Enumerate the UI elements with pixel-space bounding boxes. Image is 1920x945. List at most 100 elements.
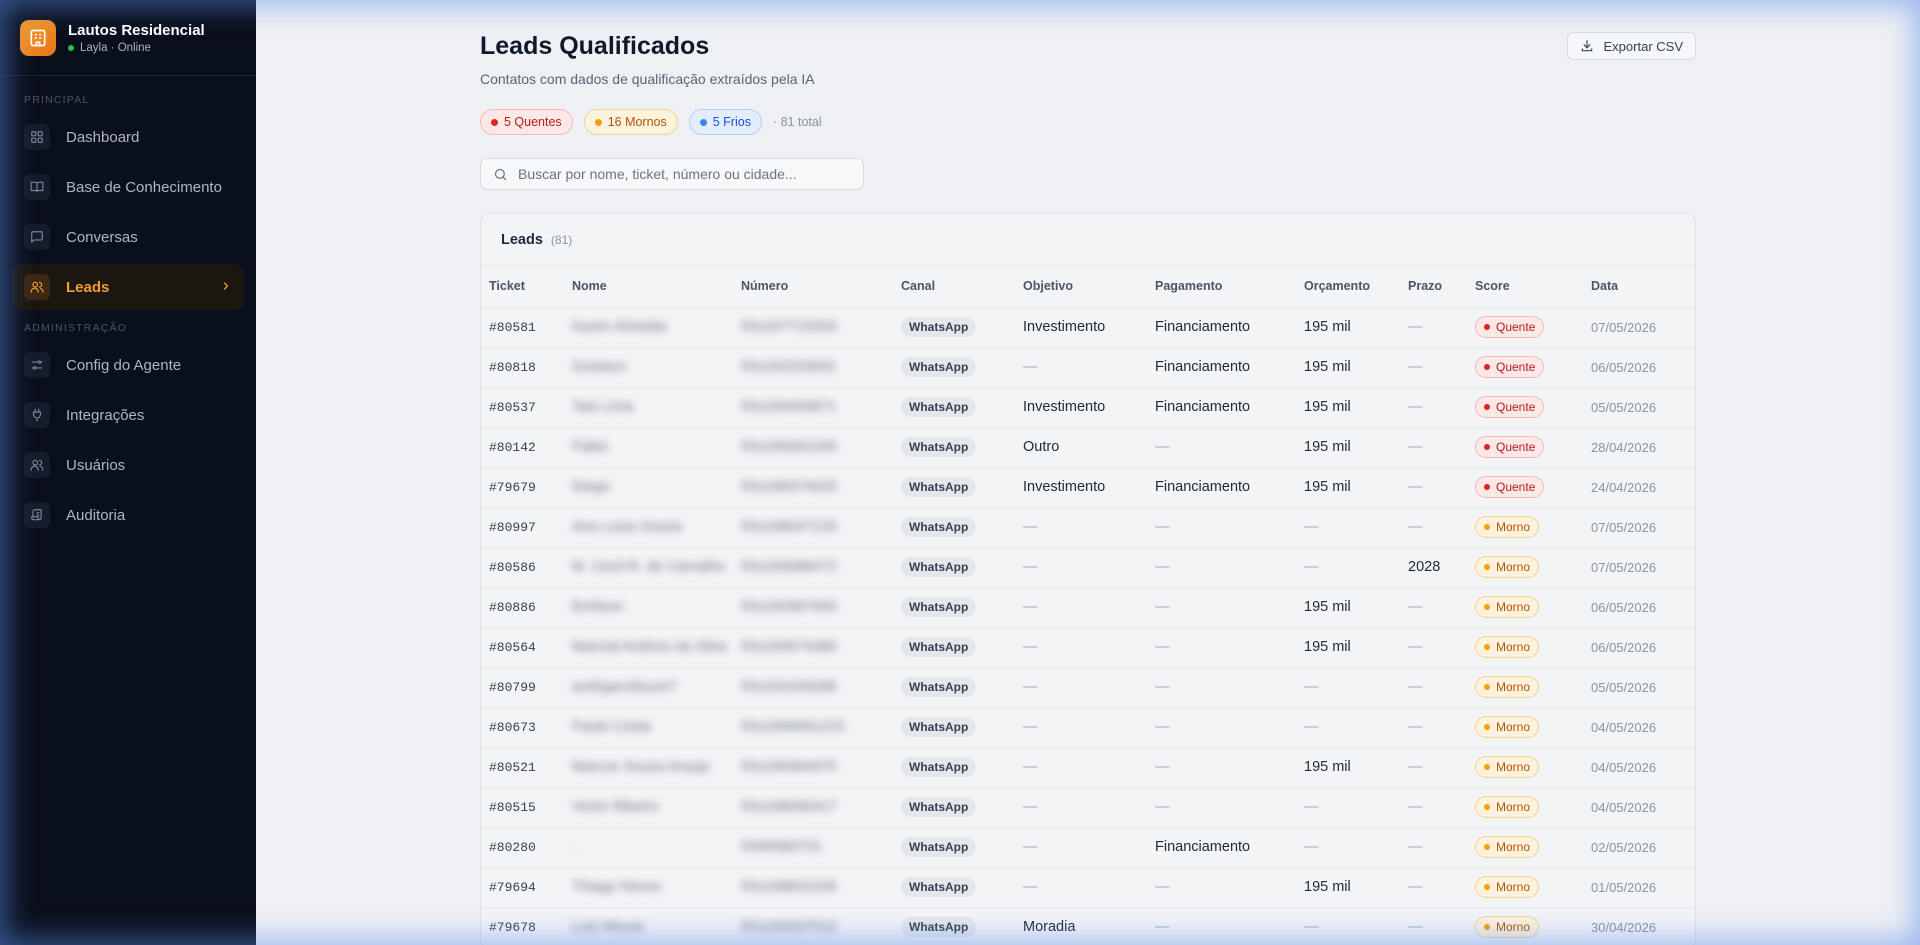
cell-data: 06/05/2026 <box>1583 627 1695 668</box>
score-dot <box>1484 644 1490 650</box>
cell-prazo: — <box>1400 747 1467 788</box>
cell-nome: Gustavo <box>564 347 733 388</box>
lead-name: Ana Luiza Souza <box>572 519 682 535</box>
sidebar-item-knowledge-base[interactable]: Base de Conhecimento <box>12 164 244 210</box>
cell-pagamento: Financiamento <box>1147 827 1296 868</box>
sidebar-item-integrations[interactable]: Integrações <box>12 392 244 438</box>
score-label: Quente <box>1496 400 1536 414</box>
column-header-prazo[interactable]: Prazo <box>1400 266 1467 308</box>
cell-numero: 551193337512 <box>733 907 893 945</box>
sidebar-item-agent-config[interactable]: Config do Agente <box>12 342 244 388</box>
table-row[interactable]: #80581 Karen Almeida 551197715353 WhatsA… <box>481 307 1695 348</box>
column-header-pagamento[interactable]: Pagamento <box>1147 266 1296 308</box>
table-row[interactable]: #80799 andrgarcdouze7 551191033289 Whats… <box>481 667 1695 708</box>
cell-data: 07/05/2026 <box>1583 507 1695 548</box>
cell-objetivo: Investimento <box>1015 387 1147 428</box>
column-header-ticket[interactable]: Ticket <box>481 266 564 308</box>
export-csv-button[interactable]: Exportar CSV <box>1566 32 1696 60</box>
channel-badge: WhatsApp <box>901 597 977 617</box>
cell-prazo: — <box>1400 467 1467 508</box>
cell-ticket: #80886 <box>481 587 564 628</box>
cell-canal: WhatsApp <box>893 707 1015 748</box>
cell-nome: Fabio <box>564 427 733 468</box>
cell-prazo: — <box>1400 707 1467 748</box>
page-title: Leads Qualificados <box>480 32 710 60</box>
score-label: Morno <box>1496 680 1531 694</box>
column-header-numero[interactable]: Número <box>733 266 893 308</box>
table-row[interactable]: #79678 Luiz Moura 551193337512 WhatsApp … <box>481 907 1695 945</box>
score-badge: Morno <box>1475 716 1540 738</box>
table-row[interactable]: #80586 M. Cecil R. de Carvalho 551193088… <box>481 547 1695 588</box>
summary-hot-badge[interactable]: 5 Quentes <box>480 109 573 135</box>
book-icon <box>24 174 50 200</box>
table-row[interactable]: #80142 Fabio 551199281200 WhatsApp Outro… <box>481 427 1695 468</box>
cell-pagamento: Financiamento <box>1147 467 1296 508</box>
summary-cold-badge[interactable]: 5 Frios <box>688 109 762 135</box>
cell-canal: WhatsApp <box>893 507 1015 548</box>
cell-ticket: #80521 <box>481 747 564 788</box>
table-row[interactable]: #79694 Thiago Neves 551198831209 WhatsAp… <box>481 867 1695 908</box>
table-row[interactable]: #80886 Emilson 551192987650 WhatsApp — —… <box>481 587 1695 628</box>
channel-badge: WhatsApp <box>901 557 977 577</box>
cell-score: Quente <box>1467 307 1583 348</box>
cell-data: 02/05/2026 <box>1583 827 1695 868</box>
summary-warm-badge[interactable]: 16 Mornos <box>583 109 678 135</box>
column-header-orcamento[interactable]: Orçamento <box>1296 266 1400 308</box>
app-root: Lautos Residencial Layla · Online PRINCI… <box>0 0 1920 945</box>
table-row[interactable]: #80673 Paulo Costa 5511999991215 WhatsAp… <box>481 707 1695 748</box>
column-header-objetivo[interactable]: Objetivo <box>1015 266 1147 308</box>
column-header-score[interactable]: Score <box>1467 266 1583 308</box>
table-row[interactable]: #80564 Marcial Antônio da Silva 55119397… <box>481 627 1695 668</box>
lead-name: Gustavo <box>572 359 626 375</box>
table-row[interactable]: #80537 Tais Lima 551193456871 WhatsApp I… <box>481 387 1695 428</box>
score-label: Quente <box>1496 440 1536 454</box>
search-input[interactable] <box>518 166 851 182</box>
column-header-nome[interactable]: Nome <box>564 266 733 308</box>
cell-data: 28/04/2026 <box>1583 427 1695 468</box>
cell-orcamento: 195 mil <box>1296 627 1400 668</box>
table-row[interactable]: #80997 Ana Luiza Souza 551198047133 What… <box>481 507 1695 548</box>
cell-orcamento: 195 mil <box>1296 307 1400 348</box>
lead-phone: 5511999991215 <box>741 719 845 735</box>
users-icon <box>24 274 50 300</box>
cell-canal: WhatsApp <box>893 747 1015 788</box>
score-label: Morno <box>1496 520 1531 534</box>
cell-nome: Karen Almeida <box>564 307 733 348</box>
lead-name: Victor Ribeiro <box>572 799 659 815</box>
cell-canal: WhatsApp <box>893 627 1015 668</box>
brand-header: Lautos Residencial Layla · Online <box>0 0 256 76</box>
chat-icon <box>24 224 50 250</box>
cell-pagamento: — <box>1147 547 1296 588</box>
cell-score: Quente <box>1467 347 1583 388</box>
sidebar-item-dashboard[interactable]: Dashboard <box>12 114 244 160</box>
cell-data: 04/05/2026 <box>1583 707 1695 748</box>
cell-data: 07/05/2026 <box>1583 547 1695 588</box>
sidebar-item-users[interactable]: Usuários <box>12 442 244 488</box>
cell-ticket: #79678 <box>481 907 564 945</box>
cell-ticket: #80586 <box>481 547 564 588</box>
table-row[interactable]: #80818 Gustavo 551192233001 WhatsApp — F… <box>481 347 1695 388</box>
cell-orcamento: 195 mil <box>1296 867 1400 908</box>
cell-nome: . <box>564 827 733 868</box>
cell-objetivo: — <box>1015 707 1147 748</box>
table-row[interactable]: #80521 Marcos Souza Araujo 551196484970 … <box>481 747 1695 788</box>
column-header-data[interactable]: Data <box>1583 266 1695 308</box>
cell-numero: 551191033289 <box>733 667 893 708</box>
cell-objetivo: — <box>1015 667 1147 708</box>
cell-canal: WhatsApp <box>893 347 1015 388</box>
sidebar-item-label: Usuários <box>66 456 126 474</box>
sidebar-item-audit[interactable]: Auditoria <box>12 492 244 538</box>
column-header-canal[interactable]: Canal <box>893 266 1015 308</box>
table-row[interactable]: #79679 Diego 551198374020 WhatsApp Inves… <box>481 467 1695 508</box>
cell-score: Quente <box>1467 427 1583 468</box>
table-row[interactable]: #80280 . 5599580731 WhatsApp — Financiam… <box>481 827 1695 868</box>
sidebar-item-label: Dashboard <box>66 128 140 146</box>
sidebar-item-conversations[interactable]: Conversas <box>12 214 244 260</box>
table-row[interactable]: #80515 Victor Ribeiro 551198066417 Whats… <box>481 787 1695 828</box>
sidebar-item-leads[interactable]: Leads <box>12 264 244 310</box>
lead-summary: 5 Quentes 16 Mornos 5 Frios · 81 total <box>480 109 1696 135</box>
cell-canal: WhatsApp <box>893 387 1015 428</box>
score-badge: Morno <box>1475 596 1540 618</box>
cell-orcamento: 195 mil <box>1296 347 1400 388</box>
lead-name: andrgarcdouze7 <box>572 679 677 695</box>
